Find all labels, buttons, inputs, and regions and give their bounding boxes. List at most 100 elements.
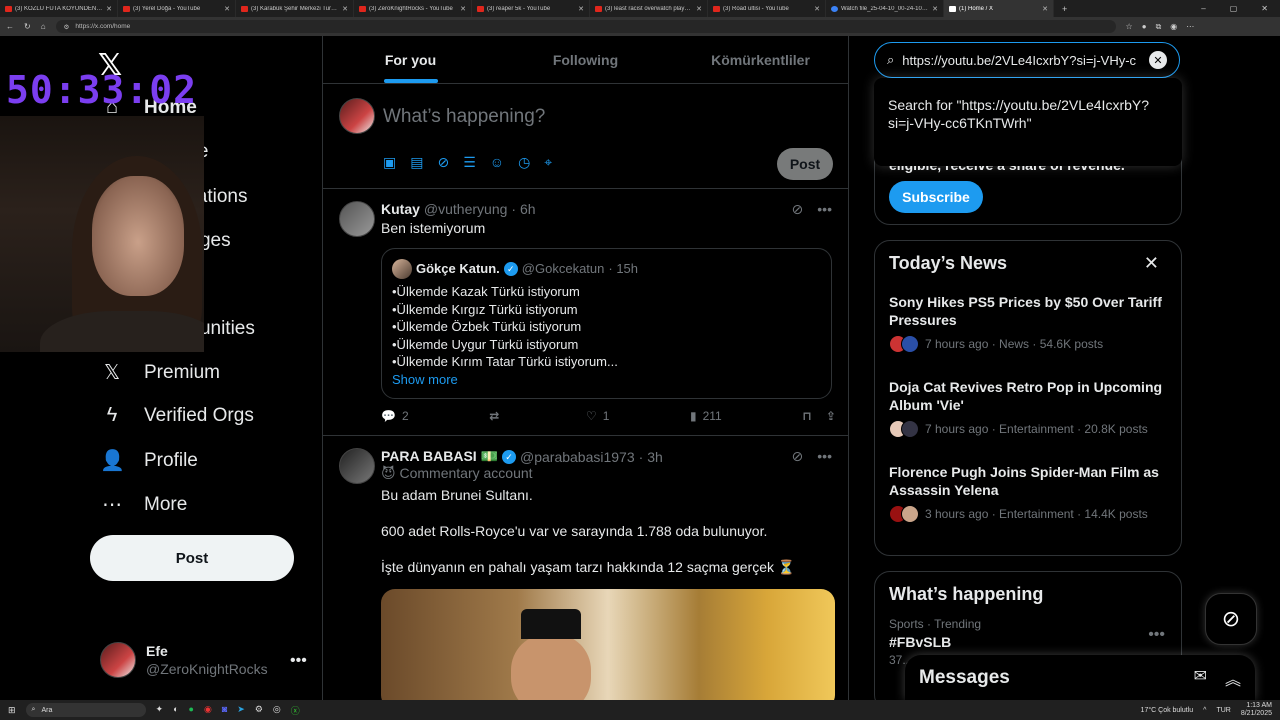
close-tab-icon[interactable]: ✕	[814, 5, 820, 13]
close-tab-icon[interactable]: ✕	[932, 5, 938, 13]
close-tab-icon[interactable]: ✕	[106, 5, 112, 13]
tweet-author[interactable]: PARA BABASI 💵	[381, 448, 498, 465]
browser-tab[interactable]: (3) least racist overwatch player - ✕	[590, 0, 708, 17]
home-button-icon[interactable]: ⌂	[41, 22, 46, 31]
news-item[interactable]: Sony Hikes PS5 Prices by $50 Over Tariff…	[875, 286, 1181, 361]
menu-dots-icon[interactable]: ⋯	[1186, 22, 1194, 32]
tab-komurkentliler[interactable]: Kömürkentliler	[673, 36, 848, 83]
browser-tab[interactable]: (3) Road ultisi - YouTube ✕	[708, 0, 826, 17]
grok-floating-button[interactable]: ⊘	[1205, 593, 1257, 645]
composer-input[interactable]: What’s happening?	[383, 106, 545, 128]
edge-icon[interactable]: ◐	[173, 704, 178, 717]
clear-search-icon[interactable]: ✕	[1149, 51, 1167, 69]
new-tab-button[interactable]: +	[1054, 4, 1075, 14]
browser-tab[interactable]: (1) Home / X ✕	[944, 0, 1054, 17]
search-box[interactable]: ⌕ https://youtu.be/2VLe4IcxrbY?si=j-VHy-…	[874, 42, 1180, 78]
profile-icon[interactable]: ◉	[1170, 22, 1177, 32]
extension-icon[interactable]: ●	[1142, 22, 1147, 32]
browser-tab[interactable]: (3) ZeroKnightRocks - YouTube ✕	[354, 0, 472, 17]
like-button[interactable]: ♡ 1	[586, 409, 609, 423]
close-tab-icon[interactable]: ✕	[224, 5, 230, 13]
url-field[interactable]: ⚙ https://x.com/home	[55, 20, 1116, 33]
close-tab-icon[interactable]: ✕	[578, 5, 584, 13]
schedule-icon[interactable]: ◷	[518, 154, 530, 171]
more-dots-icon[interactable]: •••	[290, 652, 307, 670]
browser-tab[interactable]: (3) KOZLU FUTA KÖYÜNDEN GE... ✕	[0, 0, 118, 17]
browser-tab[interactable]: Watch file_25-04-10_00-24-10 | S... ✕	[826, 0, 944, 17]
emoji-icon[interactable]: ☺	[490, 154, 504, 171]
discord-icon[interactable]: ◙	[222, 704, 227, 717]
subscribe-button[interactable]: Subscribe	[889, 181, 983, 213]
weather-text[interactable]: 17°C Çok bulutlu	[1141, 707, 1194, 714]
image-icon[interactable]: ▣	[383, 154, 396, 171]
xbox-icon[interactable]: ⓧ	[291, 704, 300, 717]
avatar[interactable]	[339, 201, 375, 237]
tray-overflow-icon[interactable]: ^	[1203, 707, 1206, 714]
post-button[interactable]: Post	[90, 535, 294, 581]
back-icon[interactable]: ←	[6, 22, 14, 31]
steam-icon[interactable]: ⚙	[255, 704, 263, 717]
reload-icon[interactable]: ↻	[24, 22, 31, 31]
messages-drawer[interactable]: Messages ✉ ︽	[905, 655, 1255, 700]
maximize-button[interactable]: ▢	[1230, 4, 1238, 13]
tweet-author[interactable]: Kutay	[381, 201, 420, 217]
new-message-icon[interactable]: ✉	[1194, 666, 1207, 690]
browser-tab[interactable]: (3) Yerel Doğa - YouTube ✕	[118, 0, 236, 17]
obs-icon[interactable]: ◎	[273, 704, 281, 717]
close-icon[interactable]: ✕	[1144, 253, 1159, 274]
news-item[interactable]: Doja Cat Revives Retro Pop in Upcoming A…	[875, 361, 1181, 446]
close-tab-icon[interactable]: ✕	[460, 5, 466, 13]
browser-tab[interactable]: (3) Karabük Şehir Merkezi Turu | ... ✕	[236, 0, 354, 17]
tweet[interactable]: Kutay @vutheryung · 6h ⊘ ••• Ben istemiy…	[323, 189, 848, 436]
close-window-button[interactable]: ✕	[1261, 4, 1268, 13]
language-indicator[interactable]: TUR	[1216, 707, 1230, 714]
extensions-puzzle-icon[interactable]: ⧉	[1156, 22, 1162, 32]
sidebar-item-premium[interactable]: 𝕏 Premium	[100, 360, 220, 385]
spotify-icon[interactable]: ●	[189, 704, 194, 717]
close-tab-icon[interactable]: ✕	[1042, 5, 1048, 13]
reply-button[interactable]: 💬 2	[381, 409, 409, 423]
tweet[interactable]: PARA BABASI 💵 ✓ @parababasi1973 · 3h ⊘ •…	[323, 436, 848, 700]
tab-for-you[interactable]: For you	[323, 36, 498, 83]
repost-button[interactable]: ⇄	[489, 409, 505, 423]
copilot-icon[interactable]: ✦	[156, 704, 164, 717]
close-tab-icon[interactable]: ✕	[342, 5, 348, 13]
account-switcher[interactable]: Efe @ZeroKnightRocks •••	[100, 642, 307, 678]
bookmark-star-icon[interactable]: ☆	[1126, 22, 1133, 32]
sidebar-item-verified-orgs[interactable]: ϟ Verified Orgs	[100, 404, 254, 427]
grok-icon[interactable]: ⊘	[437, 154, 449, 171]
telegram-icon[interactable]: ➤	[237, 704, 245, 717]
composer-post-button[interactable]: Post	[777, 148, 833, 180]
site-info-icon[interactable]: ⚙	[64, 23, 70, 31]
search-suggestion[interactable]: Search for "https://youtu.be/2VLe4IcxrbY…	[874, 78, 1182, 166]
gif-icon[interactable]: ▤	[410, 154, 423, 171]
sidebar-item-profile[interactable]: 👤 Profile	[100, 448, 198, 473]
avatar[interactable]	[339, 448, 375, 484]
windows-start-icon[interactable]: ⊞	[8, 705, 16, 716]
close-tab-icon[interactable]: ✕	[696, 5, 702, 13]
quoted-tweet[interactable]: Gökçe Katun. ✓ @Gokcekatun · 15h •Ülkemd…	[381, 248, 832, 399]
tweet-handle[interactable]: @parababasi1973	[520, 449, 635, 465]
sidebar-item-more[interactable]: ⋯ More	[100, 492, 187, 517]
show-more-link[interactable]: Show more	[392, 371, 819, 389]
clock[interactable]: 1:13 AM 8/21/2025	[1241, 702, 1272, 718]
tab-following[interactable]: Following	[498, 36, 673, 83]
search-input[interactable]: https://youtu.be/2VLe4IcxrbY?si=j-VHy-c	[902, 53, 1141, 68]
location-icon[interactable]: ⌖	[544, 154, 552, 171]
share-icon[interactable]: ⇪	[826, 409, 836, 423]
views-button[interactable]: ▮ 211	[690, 409, 722, 423]
minimize-button[interactable]: –	[1201, 4, 1205, 13]
tweet-image[interactable]	[381, 589, 835, 700]
more-dots-icon[interactable]: •••	[817, 201, 832, 218]
grok-icon[interactable]: ⊘	[792, 201, 804, 218]
more-dots-icon[interactable]: •••	[817, 448, 832, 465]
taskbar-search[interactable]: ⌕ Ara	[25, 703, 146, 717]
grok-icon[interactable]: ⊘	[792, 448, 804, 465]
tweet-handle[interactable]: @vutheryung	[424, 201, 507, 217]
more-dots-icon[interactable]: •••	[1148, 626, 1165, 644]
browser-tab[interactable]: (3) reaper 5k - YouTube ✕	[472, 0, 590, 17]
opera-icon[interactable]: ◉	[204, 704, 212, 717]
expand-icon[interactable]: ︽	[1225, 666, 1241, 690]
poll-icon[interactable]: ☰	[463, 154, 476, 171]
bookmark-icon[interactable]: ⊓	[802, 409, 812, 423]
